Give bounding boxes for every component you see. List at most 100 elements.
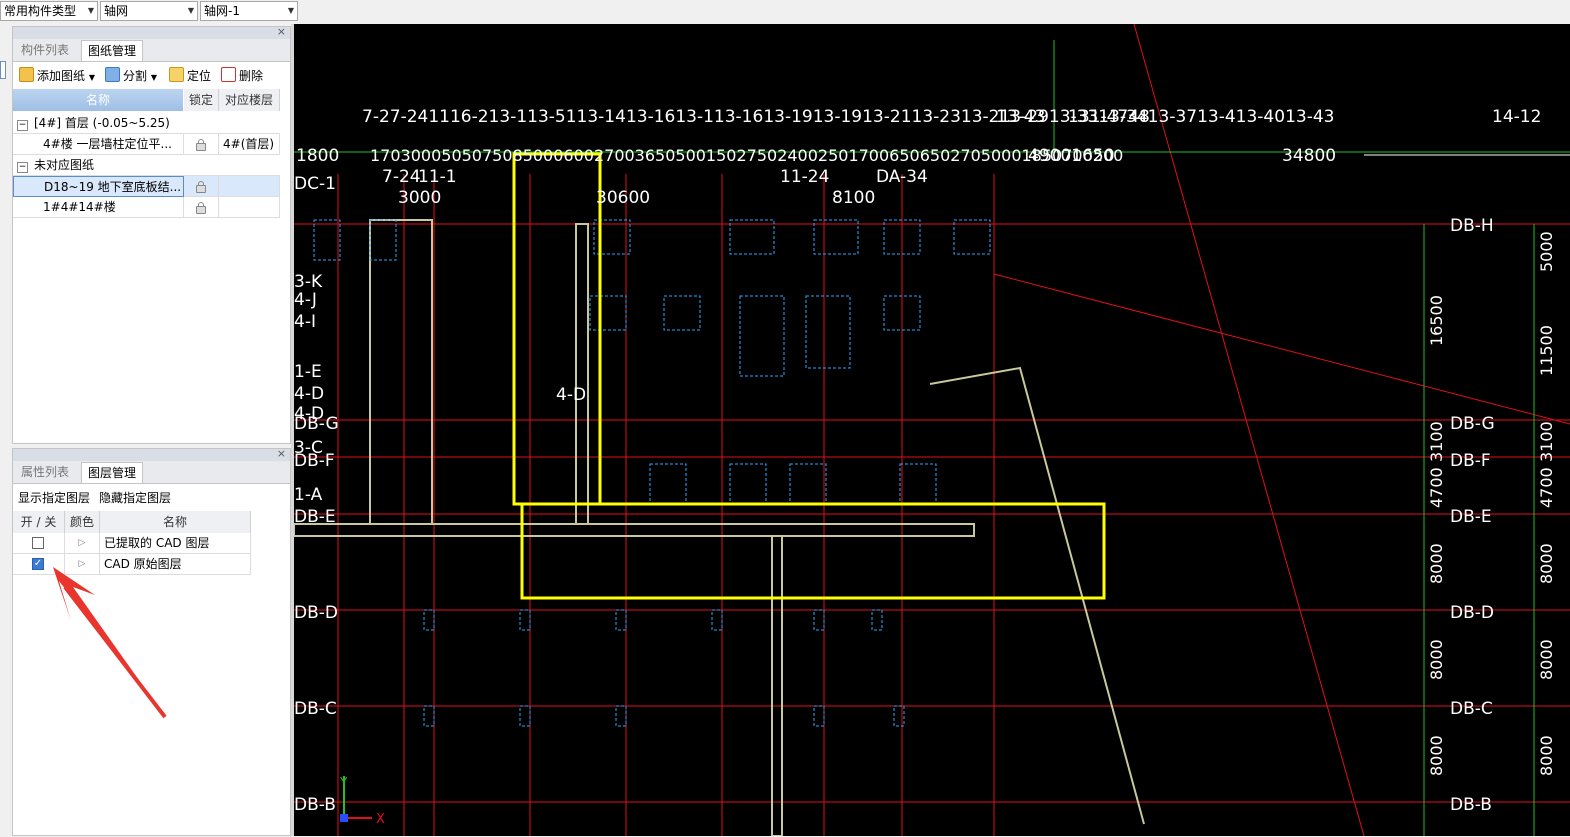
column-header-name[interactable]: 名称 [13,89,184,111]
axis-label: DB-F [294,451,335,471]
column-header-lock[interactable]: 锁定 [184,89,219,111]
dimension-text: 8000 [1537,639,1556,680]
drawing-group-row[interactable]: − 未对应图纸 [13,155,280,176]
axis-label: 4-D [294,384,324,404]
add-drawing-button[interactable]: 添加图纸 ▼ [19,65,95,87]
column-markers [313,219,991,727]
lock-icon[interactable] [196,139,206,151]
collapse-icon[interactable]: − [17,120,28,131]
axis-label: DB-D [1450,603,1494,623]
locate-label: 定位 [187,69,212,83]
drawing-name: 4#楼 一层墙柱定位平... [13,134,184,155]
drawing-row[interactable]: 1#4#14#楼 [13,197,280,218]
dimension-text: 5000 [1537,231,1556,272]
axis-label: 4-I [294,312,316,332]
cad-text: 7-27-241116-213-113-5113-1413-1613-113-1… [294,107,1541,815]
cad-canvas[interactable]: 7-27-241116-213-113-5113-1413-1613-113-1… [294,24,1570,836]
dimension-text: 1703000505075085000600270036505001502750… [370,146,1123,165]
axis-label: 3-K [294,272,323,292]
ucs-x-label: X [376,812,385,827]
axis-label: 4-D [556,385,586,405]
instance-select[interactable]: 轴网-1 ▼ [200,1,298,21]
lock-icon[interactable] [196,181,206,193]
dimension-text: 30600 [596,188,650,208]
axis-label: 4-J [294,290,317,310]
split-button[interactable]: 分割 ▼ [105,65,157,87]
delete-icon [221,67,236,82]
locate-icon [169,67,184,82]
drawing-group-row[interactable]: − [4#] 首层 (-0.05~5.25) [13,113,280,134]
dimension-text: 3100 [1427,421,1446,462]
drawing-name: D18~19 地下室底板结... [13,176,184,197]
drawing-floor: 4#(首层) [219,134,280,155]
ucs-y-label: Y [339,775,348,789]
dimension-text: 4700 [1427,467,1446,508]
axis-label: 11-1 [418,167,457,187]
tab-component-list[interactable]: 构件列表 [15,40,75,61]
panel-tabs: 构件列表 图纸管理 [13,39,290,62]
dimension-text: 3000 [398,188,441,208]
top-toolbar: 常用构件类型 ▼ 轴网 ▼ 轴网-1 ▼ [0,0,1570,25]
dimension-text: 16500 [1427,295,1446,346]
split-icon [105,67,120,82]
lock-icon[interactable] [196,202,206,214]
dimension-text: 34800 [1282,146,1336,166]
axis-label: 7-24 [382,167,421,187]
wall-outlines [294,219,1145,836]
collapse-icon[interactable]: − [17,162,28,173]
drawing-management-panel: × 构件列表 图纸管理 添加图纸 ▼ 分割 ▼ 定位 删除 名称 锁定 对应楼层… [12,25,291,444]
axis-label: DB-G [1450,414,1495,434]
axis-label: DB-H [1450,216,1494,236]
cad-drawing: 7-27-241116-213-113-5113-1413-1613-113-1… [294,24,1570,836]
dimension-text: 8000 [1427,543,1446,584]
axis-label: 131-4748 [1068,107,1150,127]
right-dimension-text: 16500 3100 4700 8000 8000 8000 5000 1150… [1427,231,1556,776]
axis-label: DA-34 [876,167,928,187]
add-drawing-label: 添加图纸 [37,69,86,83]
top-axis-labels: 7-27-241116-213-113-5113-1413-1613-113-1… [362,107,1334,127]
tab-drawing-management[interactable]: 图纸管理 [81,40,144,61]
component-value: 轴网 [104,4,129,18]
dimension-text: 4700 [1537,467,1556,508]
dimension-text: 8000 [1537,543,1556,584]
drawing-group-label: 未对应图纸 [34,158,95,172]
instance-value: 轴网-1 [204,4,240,18]
dimension-text: 8000 [1537,735,1556,776]
axis-label: 14-12 [1492,107,1541,127]
left-sidebar: × 构件列表 图纸管理 添加图纸 ▼ 分割 ▼ 定位 删除 名称 锁定 对应楼层… [0,24,294,836]
chevron-down-icon: ▼ [87,6,94,15]
column-header-floor[interactable]: 对应楼层 [219,89,280,111]
delete-button[interactable]: 删除 [221,65,263,87]
chevron-down-icon: ▼ [187,6,194,15]
axis-label: DB-C [1450,699,1493,719]
dimension-text: 3100 [1537,421,1556,462]
layer-management-panel: × 属性列表 图层管理 显示指定图层 隐藏指定图层 开 / 关 颜色 名称 ▷ … [12,447,291,836]
axis-label: DB-C [294,699,337,719]
close-icon[interactable]: × [277,25,286,38]
drawing-row[interactable]: 4#楼 一层墙柱定位平... 4#(首层) [13,134,280,155]
drawing-name: 1#4#14#楼 [13,197,184,218]
dimension-text: 49001650 [1028,146,1115,166]
side-dock-tab[interactable] [0,61,6,79]
dimension-text: 11500 [1537,325,1556,376]
axis-label: DB-E [294,507,336,527]
delete-label: 删除 [239,69,264,83]
dimension-text: 8000 [1427,735,1446,776]
chevron-down-icon: ▼ [287,6,294,15]
split-label: 分割 [123,69,148,83]
component-type-select[interactable]: 常用构件类型 ▼ [0,1,98,21]
drawing-group-label: [4#] 首层 (-0.05~5.25) [34,116,170,130]
annotation-arrow-icon [53,567,167,719]
chevron-down-icon: ▼ [88,73,95,82]
component-select[interactable]: 轴网 ▼ [100,1,198,21]
dimension-text: 8000 [1427,639,1446,680]
axis-label: 1-E [294,362,322,382]
drawing-row-selected[interactable]: D18~19 地下室底板结... [13,176,280,197]
axis-label: DB-D [294,603,338,623]
add-file-icon [19,67,34,82]
axis-label: 1-A [294,485,323,505]
locate-button[interactable]: 定位 [169,65,211,87]
drawing-floor [219,176,280,197]
axis-label: DC-1 [294,174,336,194]
ucs-icon: X Y [339,775,385,827]
